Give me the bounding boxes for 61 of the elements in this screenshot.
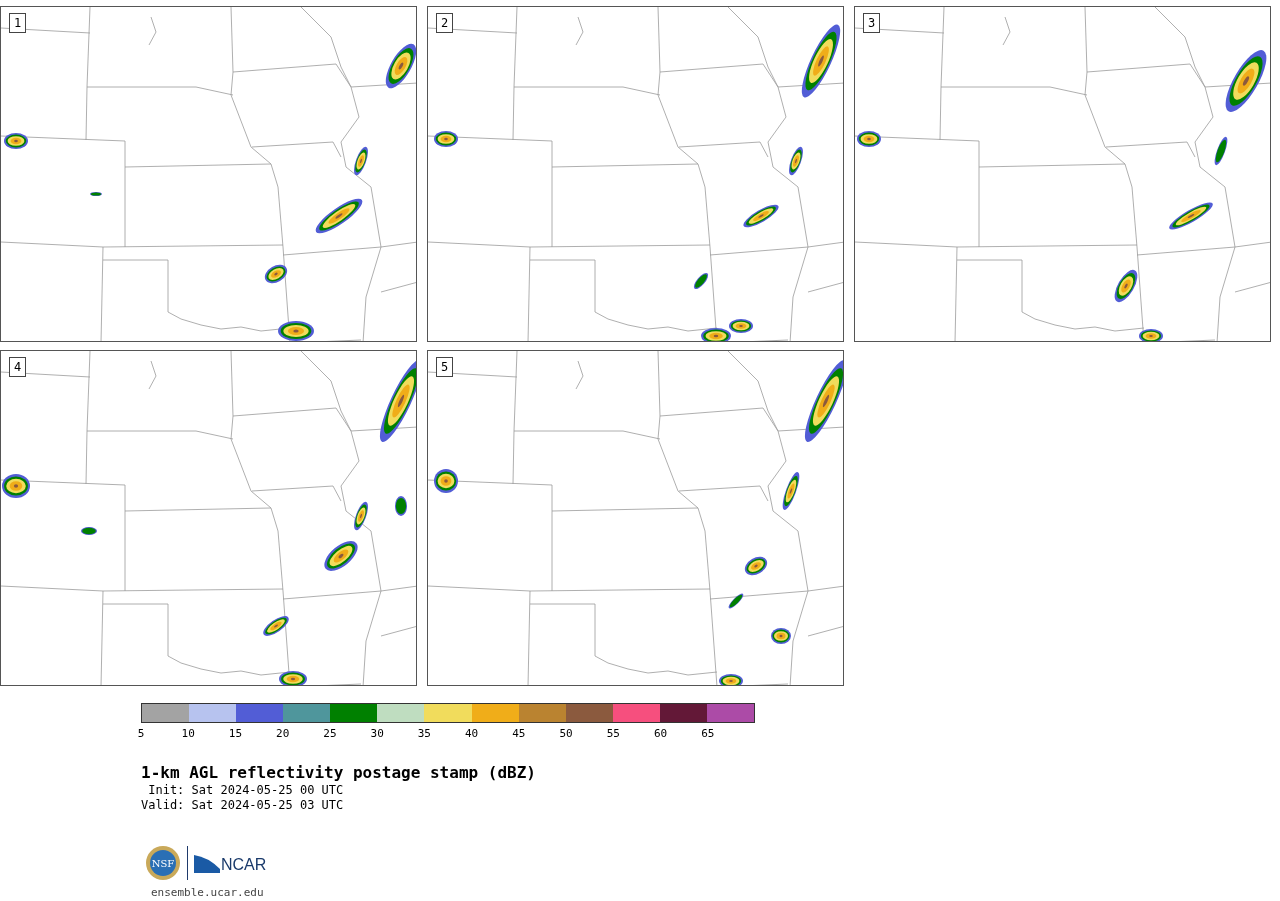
- ncar-logo: NCAR: [194, 853, 267, 873]
- radar-echo: [90, 192, 102, 196]
- radar-echo: [701, 328, 731, 341]
- state-border-line: [148, 16, 157, 46]
- radar-echo: [719, 674, 743, 685]
- radar-echo: [278, 321, 314, 341]
- tick-label: 65: [701, 727, 715, 740]
- panel-number: 1: [9, 13, 27, 33]
- radar-echo: [743, 204, 779, 228]
- radar-echo: [2, 474, 30, 498]
- chart-title: 1-km AGL reflectivity postage stamp (dBZ): [141, 763, 537, 783]
- state-border-line: [1002, 16, 1011, 46]
- tick-label: 20: [276, 727, 290, 740]
- panel-number: 4: [9, 357, 27, 377]
- radar-echo: [315, 198, 363, 234]
- tick-label: 30: [370, 727, 384, 740]
- website-url: ensemble.ucar.edu: [151, 885, 265, 901]
- radar-echo: [354, 146, 368, 176]
- valid-time: Valid: Sat 2024-05-25 03 UTC: [141, 798, 345, 813]
- tick-label: 45: [512, 727, 526, 740]
- radar-echo: [279, 671, 307, 685]
- state-border-line: [148, 360, 157, 390]
- panel-number: 3: [863, 13, 881, 33]
- tick-label: 55: [606, 727, 620, 740]
- radar-echo: [81, 527, 97, 535]
- radar-echo: [1169, 202, 1213, 230]
- radar-echo: [434, 131, 458, 147]
- state-border-line: [575, 16, 584, 46]
- state-border-line: [575, 360, 584, 390]
- radar-echo: [395, 496, 407, 516]
- radar-echo: [385, 43, 416, 89]
- radar-echo: [1225, 50, 1267, 112]
- radar-echo: [1114, 269, 1138, 303]
- radar-echo: [4, 133, 28, 149]
- radar-echo: [789, 146, 803, 176]
- tick-label: 5: [137, 727, 145, 740]
- radar-echo: [857, 131, 881, 147]
- tick-label: 10: [181, 727, 195, 740]
- radar-echo: [1214, 136, 1228, 166]
- radar-echo: [354, 501, 368, 531]
- init-time: Init: Sat 2024-05-25 00 UTC: [147, 783, 345, 798]
- radar-echo: [263, 616, 289, 636]
- radar-echo: [324, 541, 358, 571]
- tick-label: 35: [417, 727, 431, 740]
- radar-echo: [771, 628, 791, 644]
- panel-number: 2: [436, 13, 454, 33]
- radar-echo: [744, 556, 768, 576]
- radar-echo: [264, 264, 288, 284]
- tick-label: 50: [559, 727, 573, 740]
- tick-label: 40: [465, 727, 479, 740]
- radar-echo: [1139, 329, 1163, 341]
- radar-echo: [434, 469, 458, 493]
- radar-echo: [729, 319, 753, 333]
- tick-label: 25: [323, 727, 337, 740]
- radar-echo: [693, 272, 709, 290]
- radar-echo: [728, 593, 744, 609]
- tick-label: 15: [228, 727, 243, 740]
- nsf-logo: NSF: [145, 845, 181, 881]
- tick-label: 60: [653, 727, 668, 740]
- radar-echo: [782, 472, 800, 510]
- panel-number: 5: [436, 357, 454, 377]
